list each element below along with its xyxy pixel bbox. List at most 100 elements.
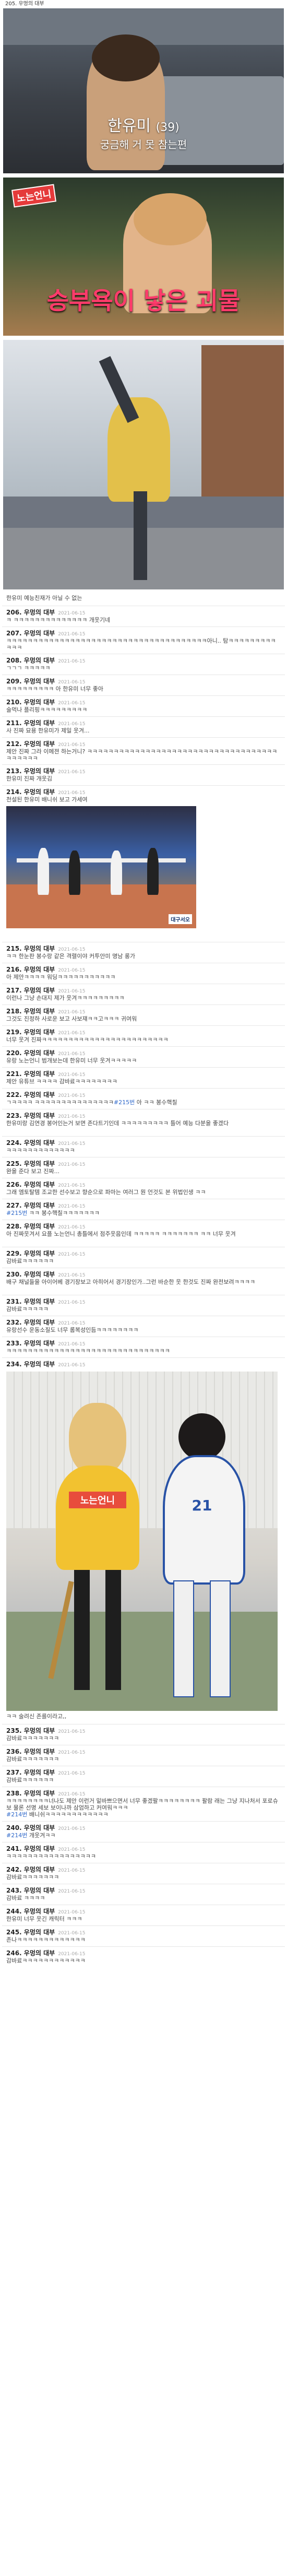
- comment-author[interactable]: 우멍의 대부: [24, 1845, 55, 1852]
- comment-author[interactable]: 우멍의 대부: [24, 740, 55, 748]
- comment-author[interactable]: 우멍의 대부: [24, 1139, 55, 1147]
- photo-high-kick: [3, 340, 284, 589]
- comment-author[interactable]: 우멍의 대부: [24, 1049, 55, 1057]
- comment-item: 219. 우멍의 대부 2021-06-15 너무 웃겨 진짜ㅋㅋㅋㅋㅋㅋㅋㅋㅋㅋ…: [2, 1025, 285, 1046]
- leg-shape: [134, 491, 147, 580]
- jersey-number: 21: [192, 1497, 212, 1514]
- comment-author[interactable]: 우멍의 대부: [24, 1223, 55, 1230]
- comment-author[interactable]: 우멍의 대부: [24, 1029, 55, 1036]
- comment-author[interactable]: 우멍의 대부: [24, 1887, 55, 1894]
- comment-item: 218. 우멍의 대부 2021-06-15 그것도 진정하 사로운 보고 사보쟤…: [2, 1005, 285, 1025]
- comment-item: 233. 우멍의 대부 2021-06-15 ㅋㅋㅋㅋㅋㅋㅋㅋㅋㅋㅋㅋㅋㅋㅋㅋㅋㅋ…: [2, 1337, 285, 1357]
- comment-author[interactable]: 우멍의 대부: [24, 1769, 55, 1776]
- reply-link[interactable]: #215번: [114, 1099, 135, 1106]
- comment-author[interactable]: 우멍의 대부: [24, 1298, 55, 1305]
- comment-author[interactable]: 우멍의 대부: [24, 657, 55, 664]
- comment-item: 216. 우멍의 대부 2021-06-15 아 제안ㅋㅋㅋㅋ 워딩ㅋㅋㅋㅋㅋㅋㅋ…: [2, 963, 285, 984]
- reply-link[interactable]: #214번: [6, 1832, 27, 1839]
- comment-author[interactable]: 우멍의 대부: [24, 1202, 55, 1209]
- comment-item: 207. 우멍의 대부 2021-06-15 ㅋㅋㅋㅋㅋㅋㅋㅋㅋㅋㅋㅋㅋㅋㅋㅋㅋㅋ…: [2, 627, 285, 654]
- comment-item: 236. 우멍의 대부 2021-06-15 감바료ㅋㅋㅋㅋㅋㅋㅋ: [2, 1745, 285, 1766]
- comment-item: 226. 우멍의 대부 2021-06-15 그래 엠토탈템 조교한 선수보고 향…: [2, 1178, 285, 1199]
- comment-author[interactable]: 우멍의 대부: [24, 1340, 55, 1347]
- comment-item: 211. 우멍의 대부 2021-06-15 사 진짜 묘용 한유미가 제일 웃겨…: [2, 716, 285, 737]
- comment-item: 223. 우멍의 대부 2021-06-15 한유미랑 김연경 봉어인는거 보면 …: [2, 1109, 285, 1136]
- comment-item: 231. 우멍의 대부 2021-06-15 감바료ㅋㅋㅋㅋㅋ: [2, 1295, 285, 1316]
- comment-author[interactable]: 우멍의 대부: [24, 1271, 55, 1278]
- hair-shape: [178, 1413, 225, 1460]
- comment-author[interactable]: 우멍의 대부: [24, 1866, 55, 1873]
- hair-shape: [134, 193, 207, 245]
- blue-jersey-player: [163, 1455, 245, 1585]
- photo-two-players: 노는언니 21: [6, 1372, 278, 1711]
- comment-author[interactable]: 우멍의 대부: [24, 1727, 55, 1734]
- comment-item: 242. 우멍의 대부 2021-06-15 감바료ㅋㅋㅋㅋㅋㅋㅋ: [2, 1863, 285, 1884]
- comment-author[interactable]: 우멍의 대부: [24, 1361, 55, 1368]
- comment-author[interactable]: 우멍의 대부: [24, 1070, 55, 1078]
- comment-author[interactable]: 우멍의 대부: [24, 966, 55, 973]
- reply-link[interactable]: #215번: [6, 1210, 27, 1216]
- comment-author[interactable]: 우멍의 대부: [24, 1160, 55, 1167]
- building-shape: [201, 345, 284, 502]
- comment-author[interactable]: 우멍의 대부: [24, 609, 55, 616]
- show-logo: 노는언니: [11, 184, 57, 208]
- comment-author[interactable]: 우멍의 대부: [24, 1824, 55, 1831]
- caption-main: 승부욕이 낳은 괴물: [46, 287, 241, 315]
- comment-author[interactable]: 우멍의 대부: [24, 719, 55, 727]
- comment-author[interactable]: 우멍의 대부: [24, 1748, 55, 1755]
- comment-author[interactable]: 우멍의 대부: [24, 788, 55, 796]
- comment-205-header: 205. 우멍의 대부: [5, 1, 44, 7]
- field-shape: [6, 1612, 278, 1711]
- leg-shape: [210, 1580, 231, 1697]
- comment-author[interactable]: 우멍의 대부: [24, 1790, 55, 1797]
- comment-item: 241. 우멍의 대부 2021-06-15 ㅋㅋㅋㅋㅋㅋㅋㅋㅋㅋㅋㅋㅋㅋㅋㅋㅋ: [2, 1842, 285, 1863]
- comment-author[interactable]: 우멍의 대부: [24, 1319, 55, 1326]
- comment-author[interactable]: 우멍의 대부: [24, 1091, 55, 1098]
- comment-item: 227. 우멍의 대부 2021-06-15 #215번 ㅋㅋ 봉수핵칠ㅋㅋㅋㅋㅋ…: [2, 1199, 285, 1220]
- comment-item: 206. 우멍의 대부 2021-06-15 ㅋ ㅋㅋㅋㅋㅋㅋㅋㅋㅋㅋㅋㅋㅋㅋ 개…: [2, 606, 285, 627]
- comment-item: 209. 우멍의 대부 2021-06-15 ㅋㅋㅋㅋㅋㅋㅋㅋㅋ 아 한유미 너무…: [2, 675, 285, 695]
- comment-thread: 205. 우멍의 대부 한유미 (39) 궁금해 거 못 참는편 노는언니 승부…: [2, 0, 285, 1967]
- comment-item: 225. 우멍의 대부 2021-06-15 완을 준다 보고 진짜...: [2, 1157, 285, 1178]
- leg-shape: [173, 1580, 194, 1697]
- comment-item: 234. 우멍의 대부 2021-06-15 노는언니 21 ㅋㅋ 술려신 존를이…: [2, 1357, 285, 1724]
- comment-author[interactable]: 우멍의 대부: [24, 767, 55, 775]
- player-figure: [111, 850, 122, 895]
- comment-author[interactable]: 우멍의 대부: [24, 1949, 55, 1957]
- comment-author[interactable]: 우멍의 대부: [24, 987, 55, 994]
- comment-item: 244. 우멍의 대부 2021-06-15 한유미 너무 웃긴 캐릭터 ㅋㅋㅋ: [2, 1905, 285, 1925]
- comment-author[interactable]: 우멍의 대부: [24, 1181, 55, 1188]
- comment-item: 246. 우멍의 대부 2021-06-15 감바료ㅋㅋㅋㅋㅋㅋㅋㅋㅋㅋㅋㅋ: [2, 1946, 285, 1967]
- photo-kitchen: 한유미 (39) 궁금해 거 못 참는편: [3, 8, 284, 173]
- comment-author[interactable]: 우멍의 대부: [24, 630, 55, 637]
- comment-author[interactable]: 우멍의 대부: [24, 699, 55, 706]
- leg-shape: [105, 1570, 121, 1690]
- photo-volleyball: 대구서오: [6, 806, 196, 928]
- photo-caption: 한유미 예능친재가 아닐 수 없는: [6, 595, 82, 601]
- comment-item: 217. 우멍의 대부 2021-06-15 이런나 그냥 손대지 제가 웃겨ㅋㅋ…: [2, 984, 285, 1005]
- comment-author[interactable]: 우멍의 대부: [24, 1008, 55, 1015]
- comment-item: 238. 우멍의 대부 2021-06-15 ㅋㅋㅋㅋㅋㅋㅋㅋ너나도 제안 이런거…: [2, 1787, 285, 1821]
- comment-item: 215. 우멍의 대부 2021-06-15 ㅋㅋ 한눈판 봉수랑 같은 격렬이야…: [2, 942, 285, 963]
- comment-item: 210. 우멍의 대부 2021-06-15 술먹나 플리핑ㅋㅋㅋㅋㅋㅋㅋㅋㅋ: [2, 695, 285, 716]
- jersey-text: 노는언니: [69, 1492, 126, 1508]
- photo-baseball: 노는언니 승부욕이 낳은 괴물: [3, 178, 284, 336]
- comment-author[interactable]: 우멍의 대부: [24, 1908, 55, 1915]
- comment-author[interactable]: 우멍의 대부: [24, 678, 55, 685]
- comment-item: 228. 우멍의 대부 2021-06-15 아 진짜웃겨서 요플 노는언니 총틀…: [2, 1220, 285, 1247]
- comment-author[interactable]: 우멍의 대부: [24, 1112, 55, 1119]
- comment-item: 243. 우멍의 대부 2021-06-15 감바료 ㅋㅋㅋㅋ: [2, 1884, 285, 1905]
- leg-shape: [74, 1570, 90, 1690]
- comment-item: 230. 우멍의 대부 2021-06-15 배구 채널들을 아이어베 경기장보고…: [2, 1268, 285, 1295]
- comment-author[interactable]: 우멍의 대부: [24, 1929, 55, 1936]
- player-figure: [147, 848, 159, 895]
- comment-item: 237. 우멍의 대부 2021-06-15 감바료ㅋㅋㅋㅋㅋㅋ: [2, 1766, 285, 1787]
- player-figure: [38, 848, 49, 895]
- hair-shape: [92, 34, 160, 81]
- comment-item: 245. 우멍의 대부 2021-06-15 존나ㅋㅋㅋㅋㅋㅋㅋㅋㅋㅋㅋㅋㅋ: [2, 1925, 285, 1946]
- reply-link[interactable]: #214번: [6, 1811, 27, 1818]
- comment-author[interactable]: 우멍의 대부: [24, 1250, 55, 1257]
- comment-author[interactable]: 우멍의 대부: [24, 945, 55, 952]
- comment-item: 222. 우멍의 대부 2021-06-15 ㄱㅋㅋㅋㅋ ㅋㅋㅋㅋㅋㅋㅋㅋㅋㅋㅋㅋ…: [2, 1088, 285, 1109]
- comment-item: 221. 우멍의 대부 2021-06-15 제안 유튜브 ㅋㅋㅋㅋ 감바료ㅋㅋㅋ…: [2, 1067, 285, 1088]
